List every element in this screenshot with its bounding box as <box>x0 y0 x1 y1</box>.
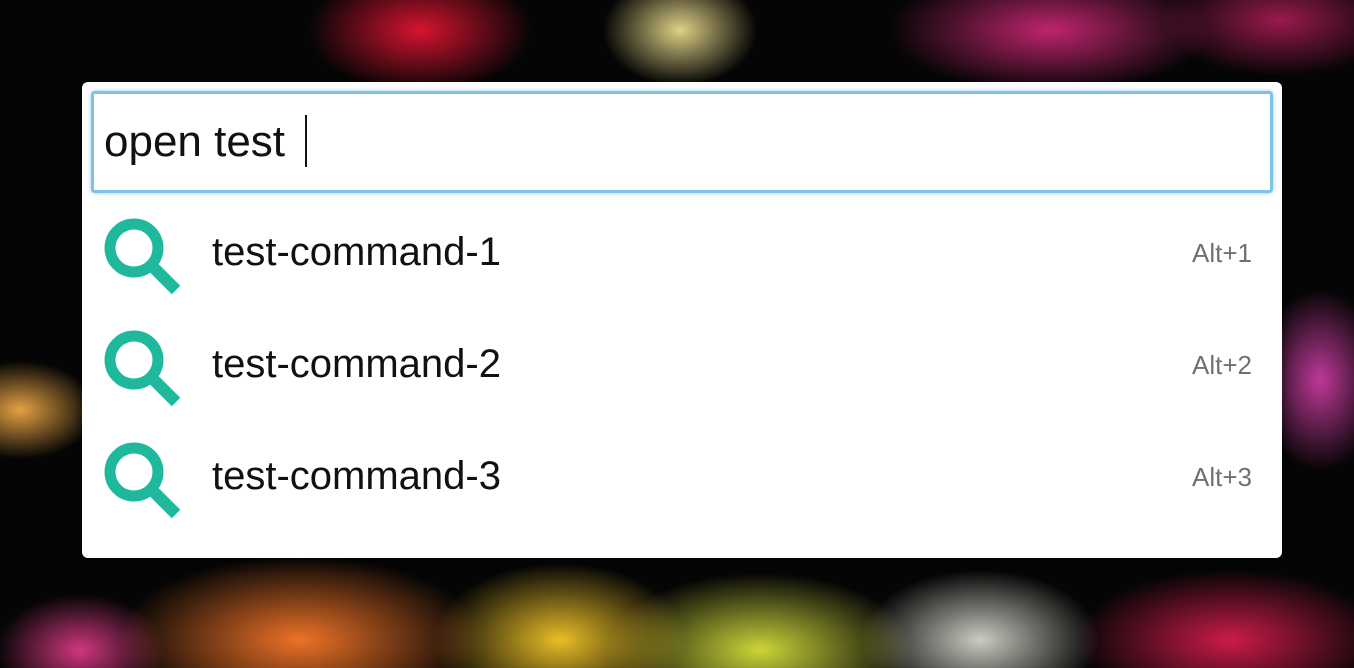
search-field[interactable] <box>91 91 1273 193</box>
result-shortcut: Alt+1 <box>1192 238 1252 268</box>
results-list: test-command-1 Alt+1 test-command-2 Alt+… <box>82 196 1282 532</box>
search-input[interactable] <box>104 108 1254 176</box>
result-label: test-command-3 <box>212 454 501 498</box>
result-shortcut: Alt+2 <box>1192 350 1252 380</box>
result-label: test-command-2 <box>212 342 501 386</box>
search-icon <box>104 330 181 407</box>
search-icon <box>104 218 181 295</box>
command-palette: test-command-1 Alt+1 test-command-2 Alt+… <box>82 82 1282 558</box>
result-item-3[interactable]: test-command-3 Alt+3 <box>82 420 1282 532</box>
result-item-2[interactable]: test-command-2 Alt+2 <box>82 308 1282 420</box>
result-label: test-command-1 <box>212 230 501 274</box>
text-caret <box>305 115 307 167</box>
result-shortcut: Alt+3 <box>1192 462 1252 492</box>
result-item-1[interactable]: test-command-1 Alt+1 <box>82 196 1282 308</box>
search-icon <box>104 442 181 519</box>
